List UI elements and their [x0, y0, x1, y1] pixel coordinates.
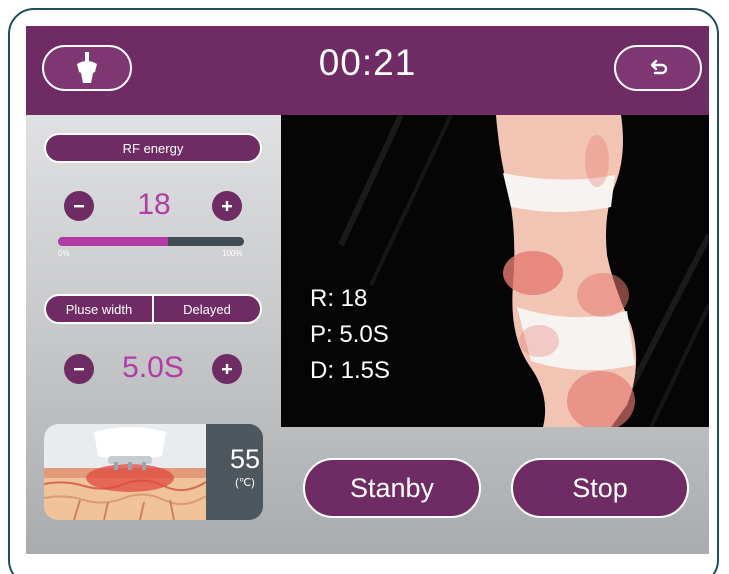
minus-icon [74, 205, 84, 208]
minus-icon [74, 368, 84, 371]
rf-increase-button[interactable] [212, 191, 242, 221]
rf-energy-slider[interactable] [58, 237, 244, 246]
tab-pulse-width[interactable]: Pluse width [46, 296, 152, 322]
rf-energy-label: RF energy [44, 133, 262, 163]
temperature-value: 55 [229, 444, 261, 474]
top-bar: 00:21 [26, 26, 709, 115]
tab-delayed[interactable]: Delayed [154, 296, 260, 322]
stop-button[interactable]: Stop [511, 458, 689, 518]
skin-heating-illustration [44, 424, 206, 520]
plus-icon [222, 201, 232, 211]
pulse-decrease-button[interactable] [64, 354, 94, 384]
readout-pulse: P: 5.0S [310, 321, 389, 348]
pulse-tabs: Pluse width Delayed [44, 294, 262, 324]
temperature-unit: (℃) [235, 477, 255, 489]
readout-delay: D: 1.5S [310, 357, 391, 384]
treatment-area-image: R: 18 P: 5.0S D: 1.5S [281, 115, 709, 427]
standby-button[interactable]: Stanby [303, 458, 481, 518]
return-arrow-icon [650, 59, 668, 75]
pulse-increase-button[interactable] [212, 354, 242, 384]
slider-min-label: 0% [58, 249, 70, 258]
temperature-card: 55 (℃) [44, 424, 263, 520]
plus-icon [222, 364, 232, 374]
pulse-width-value: 5.0S [122, 351, 184, 384]
rf-energy-slider-fill [58, 237, 168, 246]
rf-energy-value: 18 [137, 188, 171, 221]
rf-decrease-button[interactable] [64, 191, 94, 221]
slider-max-label: 100% [222, 249, 243, 258]
session-timer: 00:21 [318, 42, 417, 83]
back-button[interactable] [614, 45, 702, 91]
device-screen: 00:21 RF energy 18 0% 100% Pluse width D… [26, 26, 709, 554]
readout-rf: R: 18 [310, 285, 368, 312]
